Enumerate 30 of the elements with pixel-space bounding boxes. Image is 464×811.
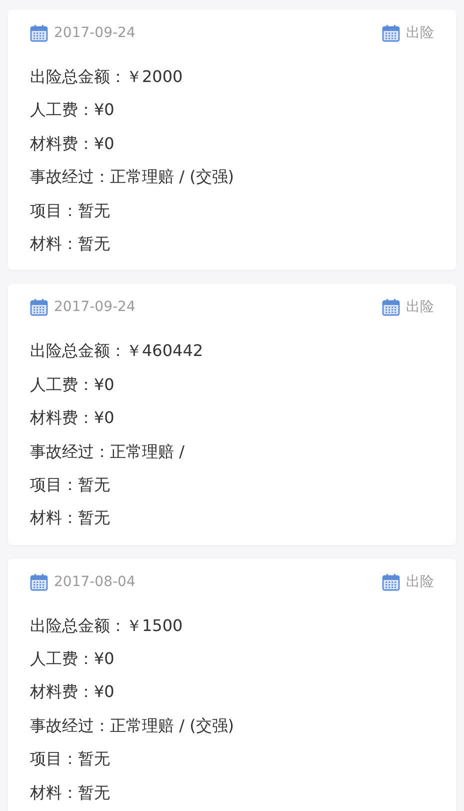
record-detail: 出险总金额：￥1500 (30, 614, 184, 637)
record-detail: 人工费：¥0 (30, 648, 116, 670)
record-detail: 材料：暂无 (30, 507, 111, 530)
record-detail: 材料：暂无 (30, 782, 111, 804)
calendar-icon (30, 572, 48, 591)
calendar-icon (382, 572, 400, 591)
calendar-icon (382, 298, 400, 316)
record-detail: 材料费：¥0 (30, 681, 116, 704)
record-type: 出险 (406, 298, 434, 316)
record-detail: 项目：暂无 (30, 474, 111, 496)
calendar-icon (30, 24, 48, 42)
record-detail: 事故经过：正常理赔 / (交强) (30, 166, 236, 188)
record-type: 出险 (406, 572, 434, 591)
record-detail: 材料费：¥0 (30, 407, 116, 430)
record-date: 2017-09-24 (54, 25, 136, 41)
record-date: 2017-08-04 (54, 574, 136, 590)
record-detail: 出险总金额：￥460442 (30, 340, 204, 362)
calendar-icon (30, 298, 48, 316)
record-detail: 项目：暂无 (30, 200, 111, 222)
record-detail: 事故经过：正常理赔 / (30, 440, 186, 463)
record-detail: 事故经过：正常理赔 / (交强) (30, 714, 236, 737)
record-type: 出险 (406, 24, 434, 42)
record-date: 2017-09-24 (54, 299, 136, 316)
record-detail: 出险总金额：￥2000 (30, 66, 184, 88)
record-detail: 材料费：¥0 (30, 132, 116, 155)
record-detail: 人工费：¥0 (30, 374, 116, 396)
record-detail: 人工费：¥0 (30, 99, 116, 122)
calendar-icon (382, 24, 400, 42)
record-detail: 项目：暂无 (30, 748, 111, 770)
record-detail: 材料：暂无 (30, 232, 111, 255)
